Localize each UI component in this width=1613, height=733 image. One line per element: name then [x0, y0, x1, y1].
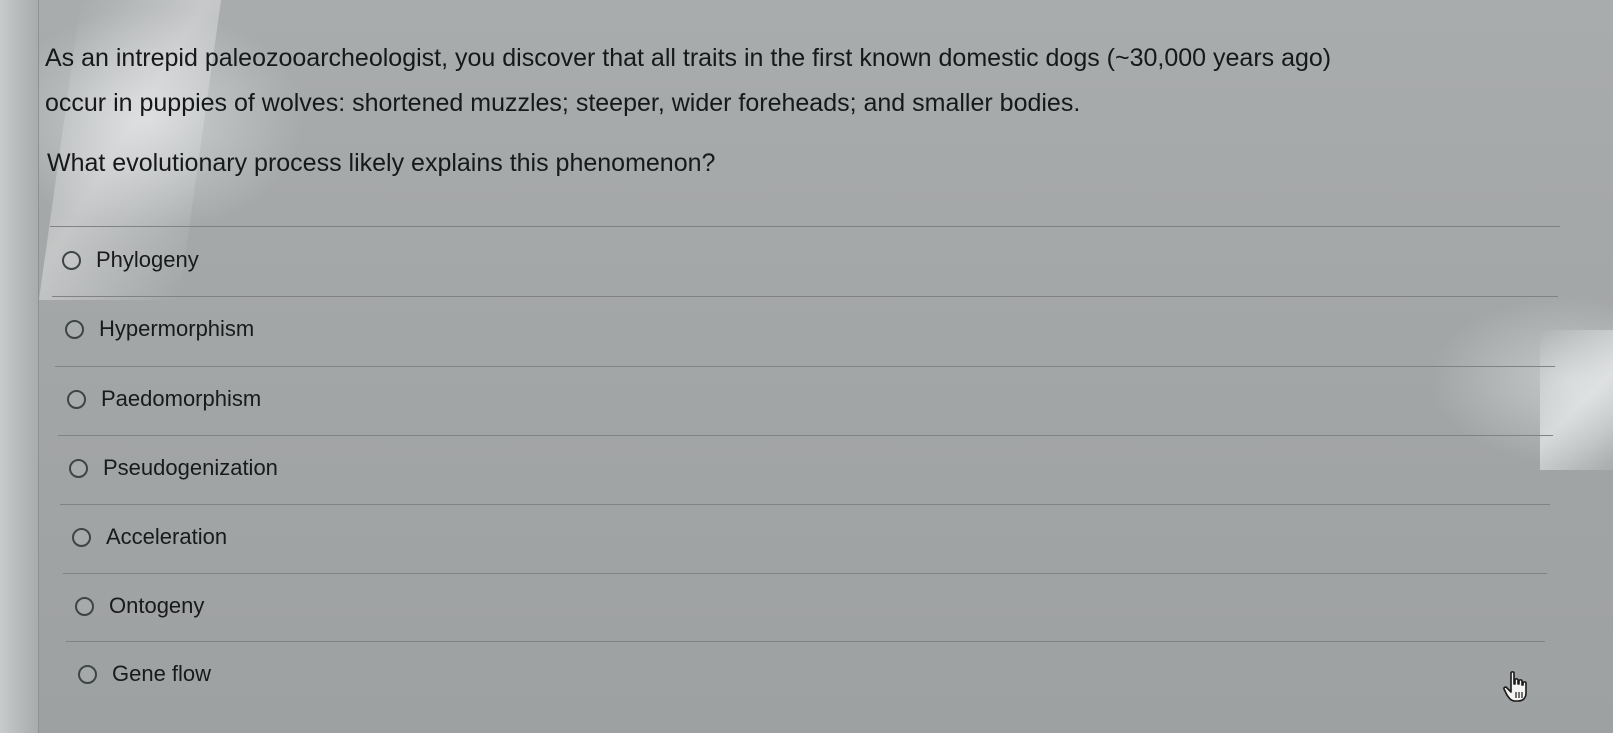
answer-label: Ontogeny	[109, 593, 205, 618]
question-line-1: As an intrepid paleozooarcheologist, you…	[45, 44, 1332, 72]
screen-bezel	[0, 0, 39, 733]
answer-option-acceleration[interactable]: Acceleration	[72, 517, 227, 557]
question-line-2: occur in puppies of wolves: shortened mu…	[45, 89, 1081, 117]
hand-pointer-icon	[1503, 671, 1527, 702]
screen: As an intrepid paleozooarcheologist, you…	[0, 0, 1613, 733]
radio-button-icon[interactable]	[72, 527, 91, 547]
divider	[52, 296, 1558, 297]
divider	[66, 641, 1545, 642]
question-prompt: What evolutionary process likely explain…	[47, 149, 716, 177]
divider	[63, 573, 1547, 574]
divider	[60, 504, 1550, 505]
answer-option-phylogeny[interactable]: Phylogeny	[62, 240, 199, 280]
answer-label: Pseudogenization	[103, 455, 278, 480]
question-text: As an intrepid paleozooarcheologist, you…	[45, 36, 1575, 126]
answer-label: Gene flow	[112, 661, 212, 686]
answer-label: Hypermorphism	[99, 316, 255, 341]
divider	[55, 366, 1555, 367]
radio-button-icon[interactable]	[67, 389, 86, 409]
radio-button-icon[interactable]	[62, 250, 81, 270]
divider	[50, 226, 1560, 227]
divider	[58, 435, 1553, 436]
answer-label: Paedomorphism	[101, 386, 262, 411]
answer-option-paedomorphism[interactable]: Paedomorphism	[67, 379, 261, 419]
radio-button-icon[interactable]	[78, 664, 97, 684]
answer-option-hypermorphism[interactable]: Hypermorphism	[65, 309, 254, 349]
radio-button-icon[interactable]	[75, 596, 94, 616]
screen-glare	[1540, 330, 1613, 470]
answer-option-ontogeny[interactable]: Ontogeny	[75, 586, 204, 626]
answer-option-pseudogenization[interactable]: Pseudogenization	[69, 448, 278, 488]
answer-option-gene-flow[interactable]: Gene flow	[78, 654, 211, 694]
answer-label: Phylogeny	[96, 247, 199, 272]
radio-button-icon[interactable]	[69, 458, 88, 478]
answer-label: Acceleration	[106, 524, 228, 549]
radio-button-icon[interactable]	[65, 319, 84, 339]
